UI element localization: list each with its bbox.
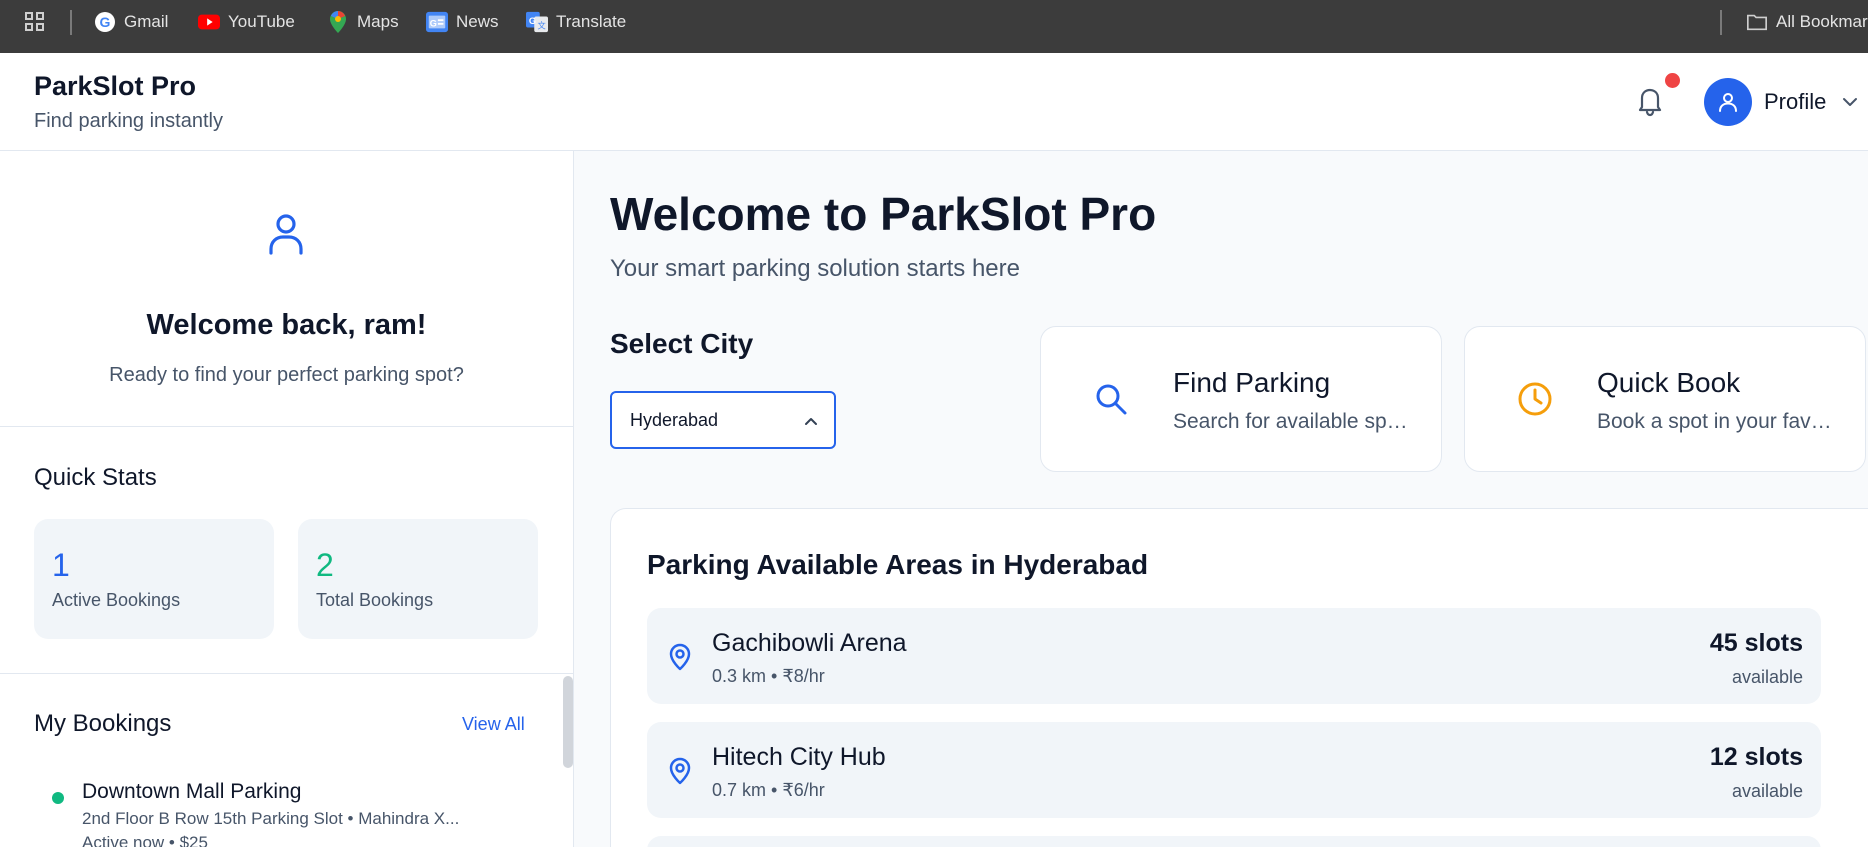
action-title: Quick Book <box>1597 367 1741 398</box>
main-content: Welcome to ParkSlot Pro Your smart parki… <box>574 151 1868 847</box>
bookmarks-bar: G Gmail YouTube Maps G News G文 Translate… <box>0 0 1868 53</box>
parking-areas-panel: Parking Available Areas in Hyderabad Gac… <box>610 508 1868 847</box>
user-icon <box>1719 93 1737 112</box>
parking-area-row[interactable]: Hitech City Hub 0.7 km • ₹6/hr 12 slots … <box>647 722 1821 818</box>
sidebar: Welcome back, ram! Ready to find your pe… <box>0 151 574 847</box>
quick-book-card[interactable]: Quick Book Book a spot in your favorite … <box>1464 326 1866 472</box>
action-title: Find Parking <box>1173 367 1331 398</box>
notification-badge <box>1665 73 1680 88</box>
translate-icon: G文 <box>526 11 548 33</box>
app-subtitle: Find parking instantly <box>34 110 223 132</box>
bookmark-label: YouTube <box>228 12 295 31</box>
map-pin-icon <box>665 756 695 786</box>
quick-stats-title: Quick Stats <box>34 464 157 491</box>
welcome-subtitle: Ready to find your perfect parking spot? <box>109 364 464 386</box>
svg-text:G: G <box>529 16 536 26</box>
google-icon: G <box>94 11 116 33</box>
area-distance-price: 0.3 km • ₹8/hr <box>712 666 825 686</box>
page-title: Welcome to ParkSlot Pro <box>610 188 1157 240</box>
bookmark-label: Translate <box>556 12 627 31</box>
app-header: ParkSlot Pro Find parking instantly Prof… <box>0 53 1868 151</box>
find-parking-card[interactable]: Find Parking Search for available spots <box>1040 326 1442 472</box>
bookmark-news[interactable]: G News <box>426 0 499 44</box>
area-name: Hitech City Hub <box>712 743 886 771</box>
welcome-title: Welcome back, ram! <box>146 309 427 341</box>
avatar[interactable] <box>1704 78 1752 126</box>
action-subtitle: Search for available spots <box>1173 410 1413 433</box>
map-pin-icon <box>665 642 695 672</box>
bookmark-label: News <box>456 12 499 31</box>
maps-icon <box>327 11 349 33</box>
svg-text:文: 文 <box>537 20 545 30</box>
status-dot <box>52 792 64 804</box>
apps-grid-icon[interactable] <box>24 0 46 44</box>
booking-details: 2nd Floor B Row 15th Parking Slot • Mahi… <box>82 809 460 828</box>
stat-value: 2 <box>316 547 334 583</box>
area-availability: available <box>1731 781 1803 801</box>
profile-menu-label[interactable]: Profile <box>1764 89 1826 115</box>
view-all-link[interactable]: View All <box>462 714 525 735</box>
stat-label: Active Bookings <box>52 590 181 610</box>
news-icon: G <box>426 11 448 33</box>
chevron-up-icon <box>802 412 820 430</box>
search-icon <box>1093 381 1129 417</box>
svg-text:G: G <box>100 14 111 30</box>
my-bookings-title: My Bookings <box>34 710 172 737</box>
svg-text:G: G <box>430 19 437 29</box>
area-availability: available <box>1731 667 1803 687</box>
stat-value: 1 <box>52 547 70 583</box>
parking-area-row[interactable] <box>647 836 1821 847</box>
bookmarks-divider <box>1720 10 1722 35</box>
chevron-down-icon[interactable] <box>1841 93 1859 111</box>
action-subtitle: Book a spot in your favorite area <box>1597 410 1837 433</box>
page-subtitle: Your smart parking solution starts here <box>610 255 1020 282</box>
bell-icon[interactable] <box>1634 83 1666 117</box>
clock-icon <box>1517 381 1553 417</box>
city-select[interactable]: Hyderabad <box>610 391 836 449</box>
user-icon <box>262 209 310 257</box>
booking-name: Downtown Mall Parking <box>82 780 302 803</box>
area-name: Gachibowli Arena <box>712 629 907 657</box>
area-slots: 12 slots <box>1709 743 1803 771</box>
booking-status: Active now • $25 <box>82 833 208 847</box>
sidebar-scrollbar[interactable] <box>563 676 573 768</box>
youtube-icon <box>198 11 220 33</box>
bookmarks-divider <box>70 10 72 35</box>
stat-card-total-bookings: 2 Total Bookings <box>298 519 538 639</box>
bookmark-label: Maps <box>357 12 399 31</box>
all-bookmarks-label: All Bookmarks <box>1776 12 1868 31</box>
area-distance-price: 0.7 km • ₹6/hr <box>712 780 825 800</box>
area-slots: 45 slots <box>1709 629 1803 657</box>
bookmark-youtube[interactable]: YouTube <box>198 0 295 44</box>
bookmark-maps[interactable]: Maps <box>327 0 399 44</box>
bookmark-label: Gmail <box>124 12 169 31</box>
bookmark-translate[interactable]: G文 Translate <box>526 0 626 44</box>
select-city-label: Select City <box>610 328 754 359</box>
stat-label: Total Bookings <box>316 590 434 610</box>
stat-card-active-bookings: 1 Active Bookings <box>34 519 274 639</box>
parking-areas-title: Parking Available Areas in Hyderabad <box>647 549 1149 580</box>
city-select-value: Hyderabad <box>630 410 719 430</box>
folder-icon <box>1746 11 1768 33</box>
my-bookings: My Bookings View All Downtown Mall Parki… <box>0 673 573 847</box>
bookmark-gmail[interactable]: G Gmail <box>94 0 168 44</box>
app-title: ParkSlot Pro <box>34 71 197 101</box>
all-bookmarks-button[interactable]: All Bookmarks <box>1746 0 1868 44</box>
welcome-card: Welcome back, ram! Ready to find your pe… <box>0 151 573 427</box>
parking-area-row[interactable]: Gachibowli Arena 0.3 km • ₹8/hr 45 slots… <box>647 608 1821 704</box>
